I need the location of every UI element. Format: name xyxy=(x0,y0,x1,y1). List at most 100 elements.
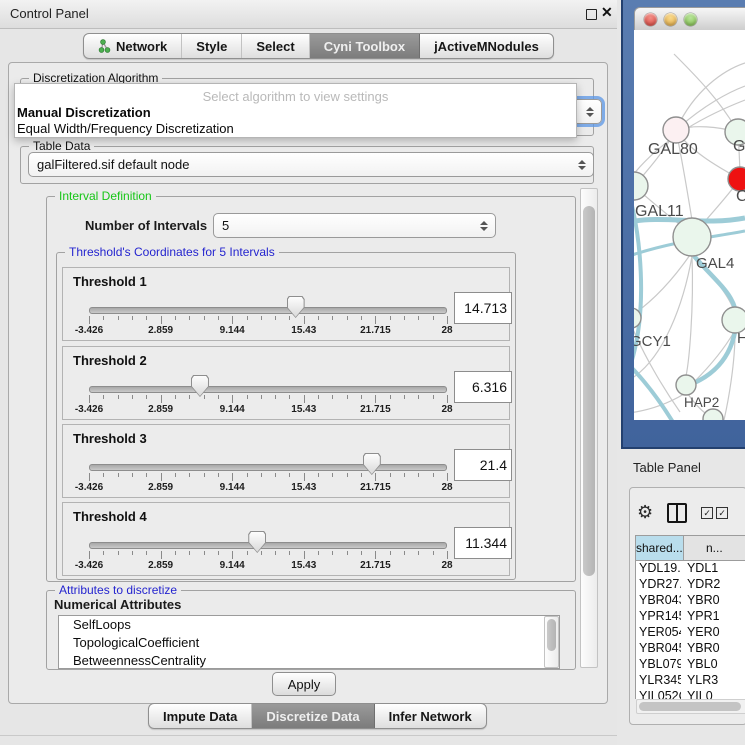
cell[interactable]: YPR145W xyxy=(636,609,681,625)
cell[interactable]: YBR043C xyxy=(636,593,681,609)
tick-label: 2.859 xyxy=(148,482,173,493)
threshold-2-panel: Threshold 2 -3.4262.8599.14415.4321.7152… xyxy=(62,346,510,420)
cell[interactable]: YDR27... xyxy=(636,577,681,593)
cell[interactable]: YBR045C xyxy=(636,641,681,657)
table-horizontal-scrollbar[interactable] xyxy=(636,699,745,714)
tick-label: 15.43 xyxy=(291,560,316,571)
control-panel-tabs: Network Style Select Cyni Toolbox jActiv… xyxy=(83,33,554,59)
attributes-list-scrollbar[interactable] xyxy=(544,616,559,668)
column-header-shared[interactable]: shared... xyxy=(636,536,684,560)
mac-zoom-button[interactable] xyxy=(684,13,697,26)
tab-discretize-data[interactable]: Discretize Data xyxy=(252,704,374,728)
table-row[interactable]: YDL19... YDL1 xyxy=(636,561,745,577)
tab-select[interactable]: Select xyxy=(242,34,309,58)
dropdown-option-equal-width-frequency[interactable]: Equal Width/Frequency Discretization xyxy=(17,121,574,136)
tab-impute-data[interactable]: Impute Data xyxy=(149,704,252,728)
threshold-1-label: Threshold 1 xyxy=(73,274,147,289)
mac-minimize-button[interactable] xyxy=(664,13,677,26)
cell[interactable]: YER0 xyxy=(681,625,745,641)
split-columns-icon[interactable] xyxy=(667,503,687,523)
threshold-1-panel: Threshold 1 -3.4262.8599.14415.4321.7152… xyxy=(62,267,510,341)
column-header-name[interactable]: n... xyxy=(684,536,745,560)
cell[interactable]: YIL0 xyxy=(681,689,745,699)
threshold-4-value-field[interactable]: 11.344 xyxy=(454,527,512,559)
scrollbar-thumb[interactable] xyxy=(583,206,595,576)
float-window-icon[interactable] xyxy=(586,9,597,20)
tab-jactivemnodules[interactable]: jActiveMNodules xyxy=(420,34,553,58)
node-label-gal4: GAL4 xyxy=(696,255,734,272)
slider-thumb[interactable] xyxy=(191,375,209,397)
threshold-3-value-field[interactable]: 21.4 xyxy=(454,449,512,481)
slider-track xyxy=(89,464,447,471)
node-label-c: C xyxy=(736,188,745,205)
list-item[interactable]: SelfLoops xyxy=(59,616,559,634)
threshold-1-slider[interactable] xyxy=(89,306,447,314)
tick-label: 15.43 xyxy=(291,404,316,415)
node-hap2 xyxy=(676,375,696,395)
tick-label: 28 xyxy=(441,560,452,571)
scrollbar-thumb[interactable] xyxy=(639,702,741,711)
tick-label: 28 xyxy=(441,482,452,493)
interval-definition-group-title: Interval Definition xyxy=(55,189,156,203)
table-data-combobox[interactable]: galFiltered.sif default node xyxy=(28,152,594,177)
tab-discretize-data-label: Discretize Data xyxy=(266,709,359,724)
tab-infer-network[interactable]: Infer Network xyxy=(375,704,486,728)
dropdown-option-manual-discretization[interactable]: Manual Discretization xyxy=(17,105,574,120)
table-row[interactable]: YBR043C YBR0 xyxy=(636,593,745,609)
column-checkboxes[interactable]: ✓ ✓ xyxy=(701,507,728,519)
list-item[interactable]: BetweennessCentrality xyxy=(59,652,559,669)
threshold-2-value-field[interactable]: 6.316 xyxy=(454,371,512,403)
cell[interactable]: YDR2 xyxy=(681,577,745,593)
list-item[interactable]: TopologicalCoefficient xyxy=(59,634,559,652)
node-gal80 xyxy=(663,117,689,143)
tick-label: -3.426 xyxy=(75,560,103,571)
threshold-3-slider[interactable] xyxy=(89,463,447,471)
close-icon[interactable]: ✕ xyxy=(601,4,613,21)
checkbox-icon[interactable]: ✓ xyxy=(701,507,713,519)
control-panel-window: Control Panel ✕ Network Style Select xyxy=(0,0,617,745)
node-label-hap2: HAP2 xyxy=(684,395,719,410)
cell[interactable]: YIL052C xyxy=(636,689,681,699)
tab-style[interactable]: Style xyxy=(182,34,242,58)
table-row[interactable]: YLR345W YLR3 xyxy=(636,673,745,689)
number-of-intervals-combobox[interactable]: 5 xyxy=(213,213,496,238)
tick-label: 21.715 xyxy=(360,404,391,415)
cell[interactable]: YBL079W xyxy=(636,657,681,673)
gear-icon[interactable]: ⚙ xyxy=(637,504,653,522)
table-row[interactable]: YIL052C YIL0 xyxy=(636,689,745,699)
cell[interactable]: YBL0 xyxy=(681,657,745,673)
cell[interactable]: YLR3 xyxy=(681,673,745,689)
slider-thumb[interactable] xyxy=(248,531,266,553)
threshold-2-slider[interactable] xyxy=(89,385,447,393)
apply-button[interactable]: Apply xyxy=(272,672,336,696)
cell[interactable]: YLR345W xyxy=(636,673,681,689)
checkbox-icon[interactable]: ✓ xyxy=(716,507,728,519)
tab-network[interactable]: Network xyxy=(84,34,182,58)
numerical-attributes-list[interactable]: SelfLoops TopologicalCoefficient Between… xyxy=(58,615,560,669)
table-row[interactable]: YBR045C YBR0 xyxy=(636,641,745,657)
table-data-value: galFiltered.sif default node xyxy=(37,157,189,172)
cell[interactable]: YER054C xyxy=(636,625,681,641)
node-table[interactable]: shared... n... YDL19... YDL1 YDR27... YD… xyxy=(635,535,745,699)
network-canvas[interactable]: GAL80 GA C GAL11 GAL4 GCY1 H HAP2 xyxy=(634,30,745,420)
cell[interactable]: YDL1 xyxy=(681,561,745,577)
table-row[interactable]: YDR27... YDR2 xyxy=(636,577,745,593)
table-row[interactable]: YBL079W YBL0 xyxy=(636,657,745,673)
slider-thumb[interactable] xyxy=(363,453,381,475)
cell[interactable]: YPR1 xyxy=(681,609,745,625)
cell[interactable]: YBR0 xyxy=(681,641,745,657)
attributes-group-title: Attributes to discretize xyxy=(55,583,181,597)
cell[interactable]: YBR0 xyxy=(681,593,745,609)
slider-tick-labels: -3.4262.8599.14415.4321.71528 xyxy=(89,482,447,493)
threshold-1-value-field[interactable]: 14.713 xyxy=(454,292,512,324)
table-row[interactable]: YER054C YER0 xyxy=(636,625,745,641)
threshold-4-slider[interactable] xyxy=(89,541,447,549)
table-row[interactable]: YPR145W YPR1 xyxy=(636,609,745,625)
slider-thumb[interactable] xyxy=(287,296,305,318)
numerical-attributes-label: Numerical Attributes xyxy=(54,597,181,612)
scrollbar-thumb[interactable] xyxy=(547,619,556,651)
panel-vertical-scrollbar[interactable] xyxy=(580,188,598,668)
tab-cyni-toolbox[interactable]: Cyni Toolbox xyxy=(310,34,420,58)
cell[interactable]: YDL19... xyxy=(636,561,681,577)
mac-close-button[interactable] xyxy=(644,13,657,26)
